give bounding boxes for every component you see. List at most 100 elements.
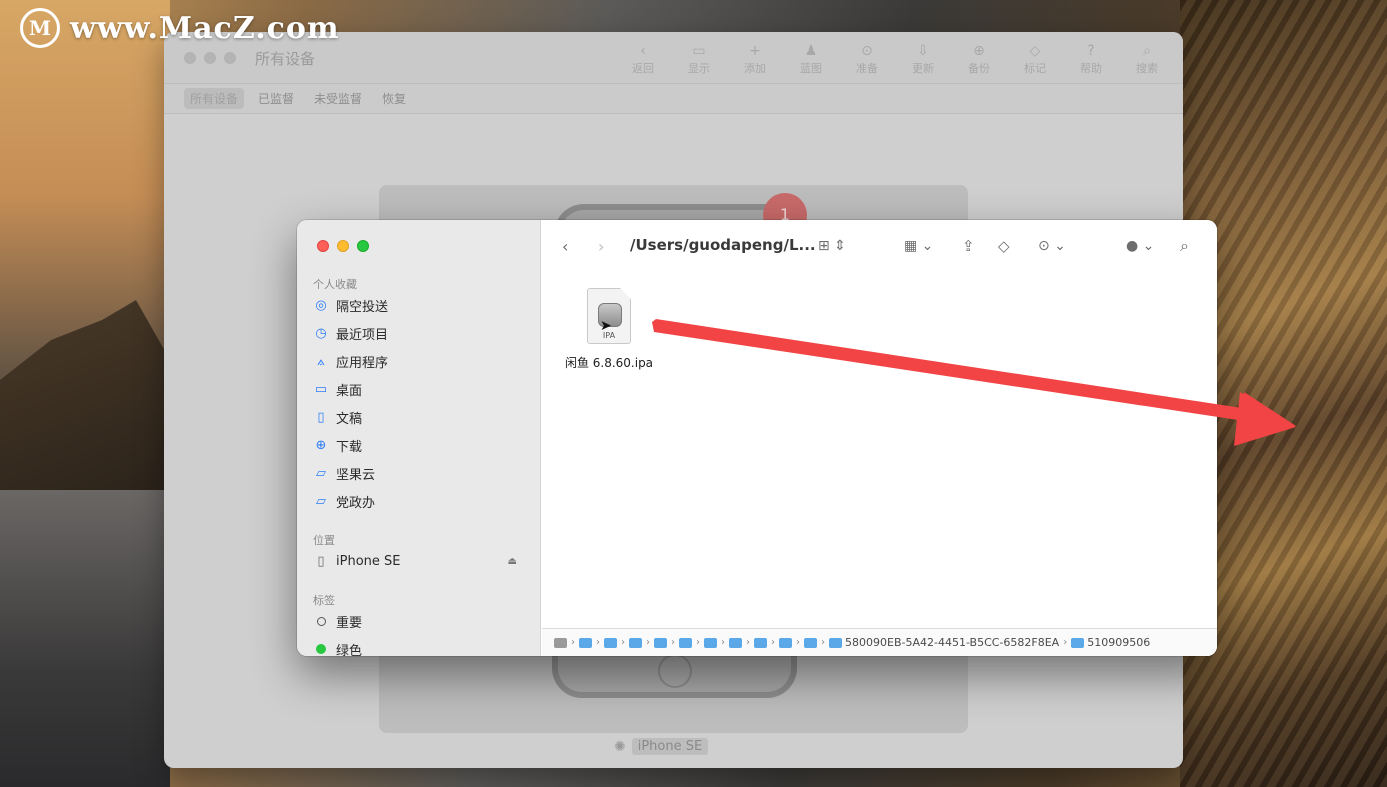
path-folder-label: 510909506 [1087,636,1151,649]
jianguoyun-button[interactable]: ● ⌄ [1126,234,1154,258]
iphone-image-bottom [552,652,797,698]
sidebar-item-tag-green[interactable]: 绿色 [314,638,529,656]
forward-button[interactable]: › [598,234,604,258]
backup-icon: ⊕ [973,43,985,59]
desktop-icon: ▭ [314,381,328,397]
path-folder[interactable] [754,637,767,648]
more-actions-button[interactable]: ⊙ ⌄ [1038,234,1066,258]
close-button[interactable] [184,52,196,64]
path-folder-long[interactable]: 580090EB-5A42-4451-B5CC-6582F8EA [829,636,1059,649]
tag-button[interactable]: ◇ [998,234,1010,258]
share-button[interactable]: ⇪ [962,234,975,258]
zoom-button[interactable] [357,240,369,252]
path-disk[interactable] [554,637,567,648]
group-button[interactable]: ▦ ⌄ [904,234,933,258]
finder-content: ‹ › /Users/guodapeng/L... ⊞ ⇕ ▦ ⌄ ⇪ ◇ ⊙ … [542,220,1217,656]
toolbar-blueprint-button[interactable]: ♟ 蓝图 [785,42,837,76]
sidebar-item-applications[interactable]: ⟑ 应用程序 [314,350,529,372]
minimize-button[interactable] [337,240,349,252]
wallpaper-left [0,0,170,787]
toolbar-label: 显示 [688,62,710,75]
path-folder-last[interactable]: 510909506 [1071,636,1150,649]
toolbar-backup-button[interactable]: ⊕ 备份 [953,42,1005,76]
toolbar-update-button[interactable]: ⇩ 更新 [897,42,949,76]
finder-sidebar: 个人收藏 ◎ 隔空投送 ◷ 最近项目 ⟑ 应用程序 ▭ 桌面 ▯ 文稿 ⊕ 下载… [297,220,541,656]
help-icon: ? [1087,43,1095,59]
eject-icon[interactable]: ⏏ [508,556,517,567]
back-button[interactable]: ‹ [562,234,568,258]
toolbar-label: 备份 [968,62,990,75]
sidebar-item-airdrop[interactable]: ◎ 隔空投送 [314,294,529,316]
path-separator-icon: › [571,637,575,648]
tag-icon: ◇ [998,237,1010,255]
path-folder[interactable] [679,637,692,648]
sidebar-item-dangzhengban[interactable]: ▱ 党政办 [314,490,529,512]
toolbar-prepare-button[interactable]: ⊙ 准备 [841,42,893,76]
view-mode-button[interactable]: ⊞ ⇕ [818,234,846,258]
download-icon: ⊕ [315,437,327,453]
path-folder[interactable] [604,637,617,648]
mouse-cursor-icon: ➤ [600,318,612,334]
sidebar-item-label: 下载 [336,439,363,455]
toolbar-search-button[interactable]: ⌕ 搜索 [1121,42,1173,76]
group-icon: ▦ ⌄ [904,238,934,254]
plus-icon: + [749,43,761,59]
path-separator-icon: › [821,637,825,648]
wallpaper-rock [0,300,170,500]
file-name: 闲鱼 6.8.60.ipa [564,356,654,370]
watermark-text: www.MacZ.com [70,10,340,46]
sidebar-item-documents[interactable]: ▯ 文稿 [314,406,529,428]
tag-circle-empty-icon [314,614,328,628]
path-folder[interactable] [729,637,742,648]
nut-icon: ● ⌄ [1126,238,1155,254]
applications-icon: ⟑ [317,353,325,369]
sidebar-item-downloads[interactable]: ⊕ 下载 [314,434,529,456]
toolbar-view-button[interactable]: ▭ 显示 [673,42,725,76]
close-button[interactable] [317,240,329,252]
sidebar-item-recents[interactable]: ◷ 最近项目 [314,322,529,344]
update-icon: ⇩ [917,43,929,59]
window-path-title: /Users/guodapeng/L... [630,236,816,254]
folder-icon [754,637,767,648]
path-folder[interactable] [654,637,667,648]
folder-icon [679,637,692,648]
toolbar-help-button[interactable]: ? 帮助 [1065,42,1117,76]
sidebar-item-label: 隔空投送 [336,299,389,315]
sidebar-item-label: 绿色 [336,643,363,657]
path-separator-icon: › [771,637,775,648]
path-folder[interactable] [779,637,792,648]
sidebar-item-label: 党政办 [336,495,376,511]
tab-recovery[interactable]: 恢复 [376,88,412,109]
finder-toolbar: ‹ › /Users/guodapeng/L... ⊞ ⇕ ▦ ⌄ ⇪ ◇ ⊙ … [542,220,1217,272]
toolbar-add-button[interactable]: + 添加 [729,42,781,76]
path-folder[interactable] [704,637,717,648]
path-folder[interactable] [804,637,817,648]
folder-icon [579,637,592,648]
toolbar-label: 帮助 [1080,62,1102,75]
watermark: M www.MacZ.com [20,8,340,48]
toolbar-back-button[interactable]: ‹ 返回 [617,42,669,76]
search-button[interactable]: ⌕ [1180,234,1189,258]
sidebar-item-tag-important[interactable]: 重要 [314,610,529,632]
minimize-button[interactable] [204,52,216,64]
path-folder[interactable] [579,637,592,648]
blueprint-icon: ♟ [804,43,818,59]
zoom-button[interactable] [224,52,236,64]
folder-icon [704,637,717,648]
toolbar-label: 蓝图 [800,62,822,75]
tab-supervised[interactable]: 已监督 [252,88,300,109]
disk-icon [554,637,567,648]
toolbar-tag-button[interactable]: ◇ 标记 [1009,42,1061,76]
sidebar-item-desktop[interactable]: ▭ 桌面 [314,378,529,400]
sidebar-item-jianguoyun[interactable]: ▱ 坚果云 [314,462,529,484]
path-folder[interactable] [629,637,642,648]
section-favorites: 个人收藏 [313,278,357,291]
sidebar-item-label: 桌面 [336,383,363,399]
folder-icon: ▱ [316,493,326,509]
folder-icon [629,637,642,648]
document-icon: ▯ [317,409,325,425]
tab-all-devices[interactable]: 所有设备 [184,88,245,109]
device-label: ✺ iPhone SE [614,738,709,755]
tab-unsupervised[interactable]: 未受监督 [308,88,368,109]
sidebar-item-iphone-se[interactable]: ▯ iPhone SE ⏏ [314,550,529,572]
